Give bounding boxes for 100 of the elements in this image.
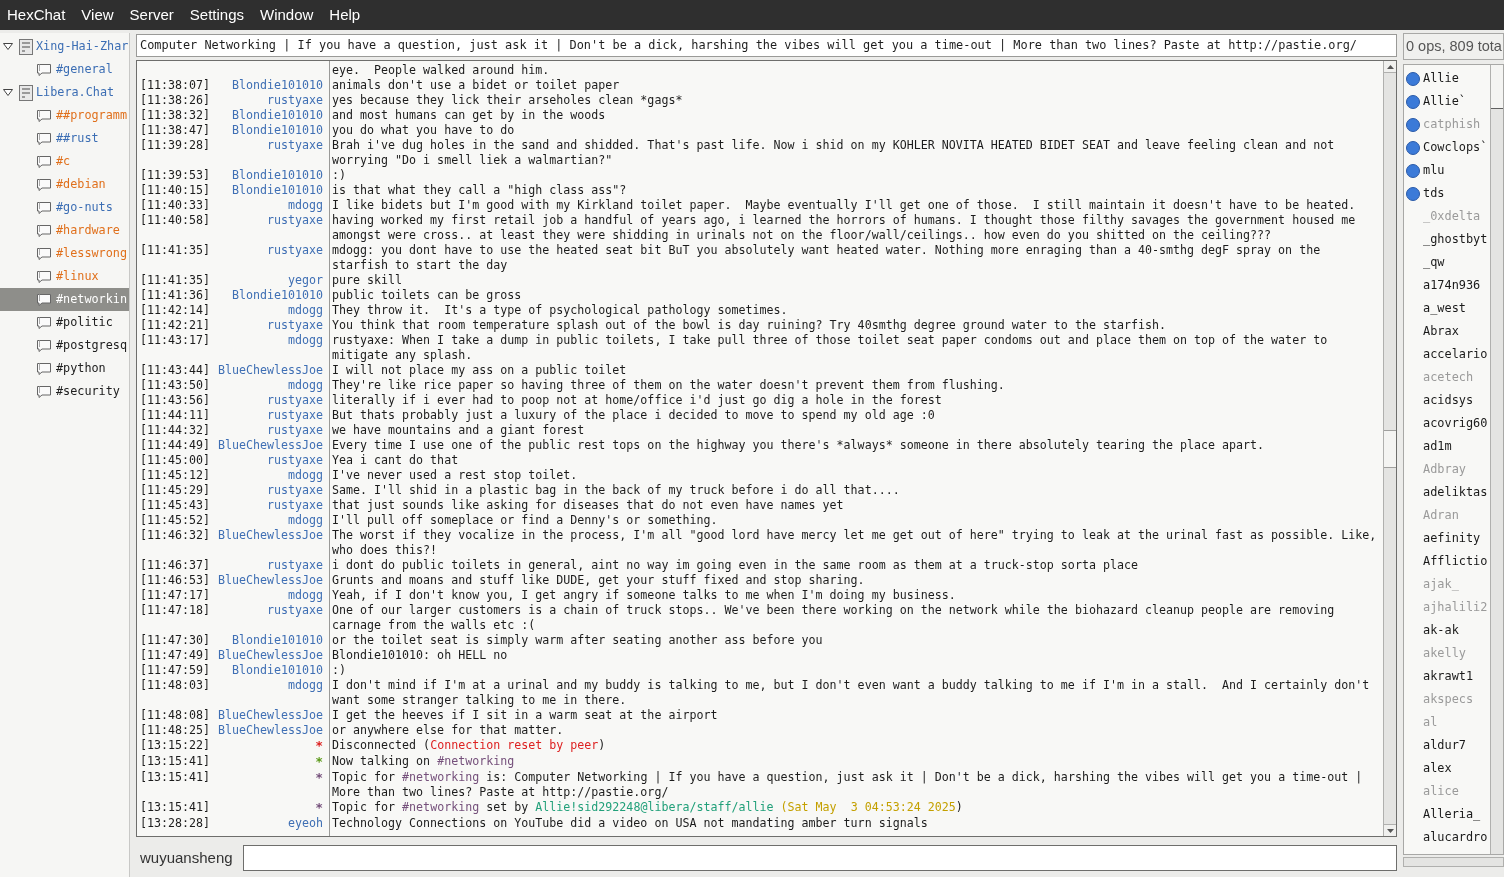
user-item[interactable]: al	[1423, 713, 1438, 732]
user-item[interactable]: alex	[1423, 759, 1452, 778]
user-item[interactable]: a174n936	[1423, 276, 1481, 295]
nick[interactable]: Blondie101010	[231, 288, 323, 302]
nick[interactable]: rustyaxe	[266, 423, 323, 437]
nick[interactable]: BlueChewlessJoe	[217, 573, 323, 587]
user-item[interactable]: aefinity	[1423, 529, 1481, 548]
channel-item[interactable]: #lesswrong	[0, 242, 129, 265]
network-item[interactable]: Xing-Hai-Zhar	[36, 37, 129, 56]
nick[interactable]: Blondie101010	[231, 123, 323, 137]
nick[interactable]: eyeoh	[287, 816, 323, 830]
user-item[interactable]: ad1m	[1423, 437, 1452, 456]
scroll-down-icon[interactable]	[1384, 824, 1396, 836]
user-item[interactable]: adeliktas	[1423, 483, 1488, 502]
user-item[interactable]: Afflictio	[1423, 552, 1488, 571]
nick[interactable]: rustyaxe	[266, 243, 323, 257]
nick[interactable]: rustyaxe	[266, 93, 323, 107]
expander-icon[interactable]	[0, 43, 14, 50]
nick[interactable]: mdogg	[287, 198, 323, 212]
nick[interactable]: yegor	[287, 273, 323, 287]
scroll-thumb[interactable]	[1384, 429, 1396, 468]
channel-item[interactable]: #politic	[0, 311, 129, 334]
user-item[interactable]: Abrax	[1423, 322, 1459, 341]
nick[interactable]: rustyaxe	[266, 498, 323, 512]
user-item[interactable]: _qw	[1423, 253, 1445, 272]
nick[interactable]: BlueChewlessJoe	[217, 648, 323, 662]
nick[interactable]: BlueChewlessJoe	[217, 438, 323, 452]
nick[interactable]: rustyaxe	[266, 603, 323, 617]
user-item[interactable]: akspecs	[1423, 690, 1474, 709]
nick[interactable]: rustyaxe	[266, 453, 323, 467]
channel-item[interactable]: #networkin	[0, 288, 129, 311]
menu-item[interactable]: Help	[329, 3, 361, 27]
user-item[interactable]: tds	[1423, 184, 1445, 203]
nick[interactable]: rustyaxe	[266, 318, 323, 332]
nick[interactable]: Blondie101010	[231, 108, 323, 122]
user-item[interactable]: acetech	[1423, 368, 1474, 387]
topic-field[interactable]: Computer Networking | If you have a question, just ask it | Don't be a dick, harshing the vibes will get you a time-out | More than two lines? Paste at http://pastie.org/	[136, 34, 1397, 57]
channel-item[interactable]: ##rust	[0, 127, 129, 150]
nick-label[interactable]: wuyuansheng	[136, 846, 243, 870]
user-item[interactable]: acovrig60	[1423, 414, 1488, 433]
nick[interactable]: Blondie101010	[231, 78, 323, 92]
menu-item[interactable]: Window	[260, 3, 314, 27]
user-item[interactable]: aldur7	[1423, 736, 1466, 755]
nick[interactable]: Blondie101010	[231, 168, 323, 182]
menu-item[interactable]: HexChat	[7, 3, 66, 27]
channel-item[interactable]: #hardware	[0, 219, 129, 242]
nick[interactable]: rustyaxe	[266, 213, 323, 227]
nick[interactable]: Blondie101010	[231, 663, 323, 677]
nick[interactable]: mdogg	[287, 378, 323, 392]
menu-item[interactable]: Settings	[189, 3, 244, 27]
nick[interactable]: BlueChewlessJoe	[217, 723, 323, 737]
nick[interactable]: BlueChewlessJoe	[217, 708, 323, 722]
nick[interactable]: rustyaxe	[266, 138, 323, 152]
nick[interactable]: Blondie101010	[231, 633, 323, 647]
user-item[interactable]: a_west	[1423, 299, 1466, 318]
nick[interactable]: mdogg	[287, 588, 323, 602]
user-item[interactable]: _ghostbyt	[1423, 230, 1488, 249]
scroll-up-icon[interactable]	[1384, 61, 1396, 73]
nick[interactable]: rustyaxe	[266, 483, 323, 497]
user-item[interactable]: akrawt1	[1423, 667, 1474, 686]
user-item[interactable]: Allie`	[1423, 92, 1466, 111]
user-item[interactable]: Alleria_	[1423, 805, 1481, 824]
user-item[interactable]: alucardro	[1423, 828, 1488, 847]
user-item[interactable]: alice	[1423, 782, 1459, 801]
channel-item[interactable]: #go-nuts	[0, 196, 129, 219]
nick[interactable]: mdogg	[287, 678, 323, 692]
scroll-thumb[interactable]	[1491, 65, 1503, 109]
nick[interactable]: mdogg	[287, 333, 323, 347]
channel-item[interactable]: #security	[0, 380, 129, 403]
horizontal-scrollbar[interactable]	[1403, 857, 1504, 867]
nick[interactable]: rustyaxe	[266, 558, 323, 572]
nick[interactable]: BlueChewlessJoe	[217, 363, 323, 377]
channel-item[interactable]: ##programm	[0, 104, 129, 127]
channel-item[interactable]: #linux	[0, 265, 129, 288]
user-item[interactable]: accelario	[1423, 345, 1488, 364]
message-input[interactable]	[243, 845, 1397, 871]
user-item[interactable]: ajhalili2	[1423, 598, 1488, 617]
network-item[interactable]: Libera.Chat	[36, 83, 115, 102]
user-item[interactable]: acidsys	[1423, 391, 1474, 410]
user-item[interactable]: ajak_	[1423, 575, 1459, 594]
nick[interactable]: Blondie101010	[231, 183, 323, 197]
nick[interactable]: rustyaxe	[266, 393, 323, 407]
nick[interactable]: mdogg	[287, 303, 323, 317]
channel-item[interactable]: #general	[0, 58, 129, 81]
user-item[interactable]: Adran	[1423, 506, 1459, 525]
nick[interactable]: rustyaxe	[266, 408, 323, 422]
nick[interactable]: BlueChewlessJoe	[217, 528, 323, 542]
scrollbar[interactable]	[1383, 61, 1396, 836]
channel-item[interactable]: #python	[0, 357, 129, 380]
channel-item[interactable]: #c	[0, 150, 129, 173]
user-item[interactable]: Adbray	[1423, 460, 1466, 479]
user-item[interactable]: akelly	[1423, 644, 1466, 663]
channel-item[interactable]: #debian	[0, 173, 129, 196]
user-item[interactable]: Allie	[1423, 69, 1459, 88]
user-item[interactable]: _0xdelta	[1423, 207, 1481, 226]
user-item[interactable]: catphish	[1423, 115, 1481, 134]
expander-icon[interactable]	[0, 89, 14, 96]
menu-item[interactable]: Server	[129, 3, 174, 27]
nick[interactable]: mdogg	[287, 468, 323, 482]
user-item[interactable]: mlu	[1423, 161, 1445, 180]
